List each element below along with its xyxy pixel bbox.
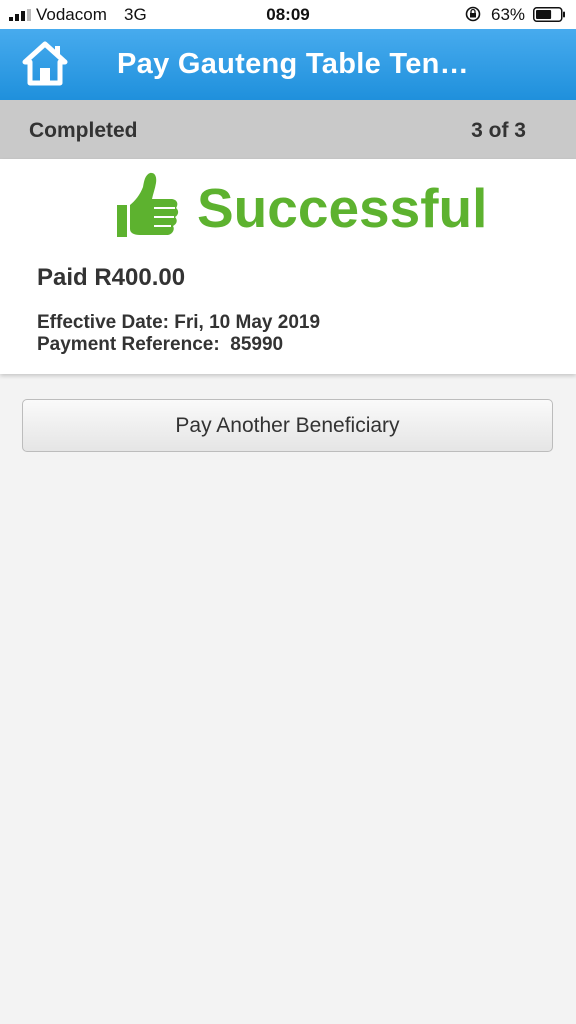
paid-amount: Paid R400.00: [37, 264, 186, 291]
payment-reference: Payment Reference: 85990: [37, 334, 284, 355]
thumbs-up-icon: [117, 172, 179, 237]
home-button[interactable]: [20, 41, 70, 87]
orientation-lock-icon: [465, 6, 481, 22]
status-bar: Vodacom 3G 08:09 63%: [0, 0, 576, 29]
header-bar: Pay Gauteng Table Ten…: [0, 29, 576, 100]
pay-another-beneficiary-button[interactable]: Pay Another Beneficiary: [22, 399, 553, 452]
result-card: Successful Paid R400.00 Effective Date: …: [0, 159, 576, 374]
effective-date: Effective Date: Fri, 10 May 2019: [37, 312, 321, 333]
step-indicator: Completed 3 of 3: [0, 100, 576, 159]
success-status: Successful: [197, 177, 488, 239]
battery-icon: [533, 7, 565, 22]
battery-percentage: 63%: [491, 5, 526, 24]
step-count: 3 of 3: [471, 119, 526, 142]
step-label: Completed: [29, 119, 138, 142]
home-icon: [22, 41, 68, 86]
status-time: 08:09: [266, 5, 310, 24]
page-title: Pay Gauteng Table Ten…: [117, 48, 469, 80]
